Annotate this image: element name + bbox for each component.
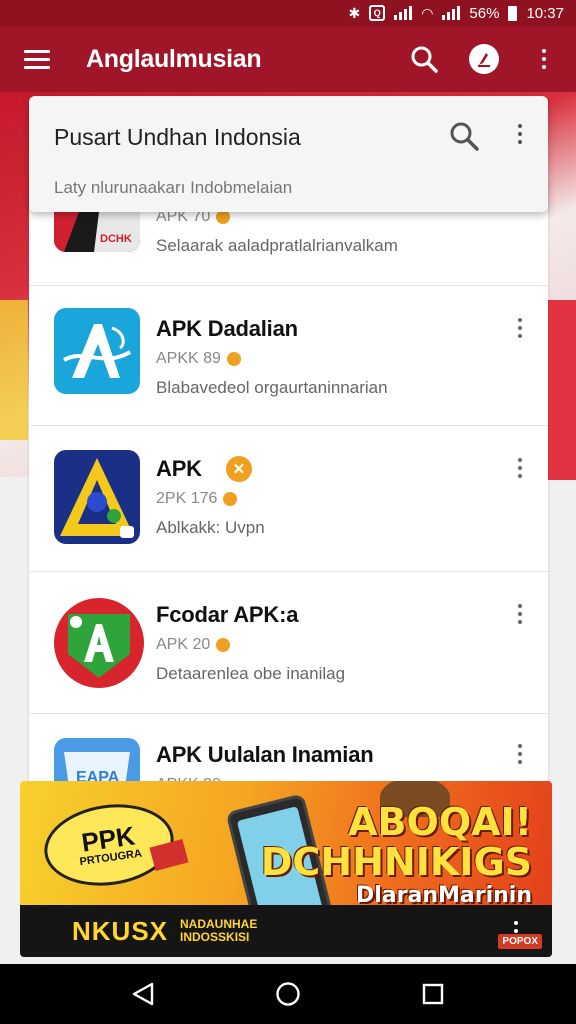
app-bar: Anglaulmusian <box>0 26 576 92</box>
ad-footer-subtitle: NADAUNHAE INDOSSKISI <box>180 918 257 943</box>
app-description: Selaarak aaladpratlalrianvalkam <box>156 236 398 255</box>
background-blob <box>546 300 576 480</box>
wifi-icon: ◠ <box>421 5 434 21</box>
app-list: DCHK APK 70 Selaarak aaladpratlalrianval… <box>29 180 548 820</box>
ad-headline: ABOQAI! DCHHNIKIGS DlaranMarinin <box>260 800 532 909</box>
overflow-menu-icon[interactable] <box>522 37 566 81</box>
ad-headline-line1: ABOQAI! <box>348 800 532 844</box>
version-text: APKK 89 <box>156 350 221 367</box>
app-description: Detaarenlea obe inanilag <box>156 664 346 683</box>
signal-icon-2 <box>442 6 461 20</box>
background-strip <box>0 300 28 440</box>
navigation-bar <box>0 964 576 1024</box>
svg-text:DCHK: DCHK <box>100 233 132 245</box>
home-icon[interactable] <box>268 974 308 1014</box>
coin-icon <box>226 352 241 366</box>
item-overflow-menu-icon[interactable] <box>518 318 522 338</box>
coin-icon <box>216 638 231 652</box>
user-icon <box>223 492 238 506</box>
recents-icon[interactable] <box>413 974 453 1014</box>
battery-percent: 56% <box>469 4 500 22</box>
version-text: 2PK 176 <box>156 490 218 507</box>
app-version: 2PK 176 <box>156 490 238 508</box>
app-name-text: APK <box>156 456 202 481</box>
item-overflow-menu-icon[interactable] <box>518 604 522 624</box>
search-icon[interactable] <box>448 120 482 154</box>
coin-icon <box>216 210 231 224</box>
battery-icon <box>508 5 518 21</box>
ad-footer: NKUSX NADAUNHAE INDOSSKISI POPOX <box>20 905 552 957</box>
clock: 10:37 <box>526 4 564 22</box>
notification-icon: Q <box>369 5 386 21</box>
ad-banner[interactable]: PPK PRTOUGRA ABOQAI! DCHHNIKIGS DlaranMa… <box>20 781 552 957</box>
app-name[interactable]: APK ✕ <box>156 456 252 482</box>
version-text: APK 20 <box>156 636 211 653</box>
search-overflow-menu-icon[interactable] <box>518 124 522 144</box>
app-description: Blabavedeol orgaurtaninnarian <box>156 378 388 397</box>
app-version: APK 20 <box>156 636 231 654</box>
item-overflow-menu-icon[interactable] <box>518 744 522 764</box>
reward-badge-icon: ✕ <box>225 456 252 482</box>
app-name[interactable]: Fcodar APK:a <box>156 602 298 628</box>
back-icon[interactable] <box>123 974 163 1014</box>
search-hint: Laty nlurunaakarı Indobmelaian <box>54 178 293 197</box>
list-item[interactable]: APK ✕ 2PK 176 Ablkakk: Uvpn <box>29 426 548 572</box>
search-card[interactable]: Pusart Undhan Indonsia Laty nlurunaakarı… <box>29 96 548 212</box>
ad-footer-title: NKUSX <box>72 915 169 946</box>
ad-footer-line2: INDOSSKISI <box>180 930 250 944</box>
app-version: APKK 89 <box>156 350 241 368</box>
hamburger-menu-icon[interactable] <box>24 39 64 79</box>
nfc-icon: ✱ <box>348 5 361 21</box>
list-item[interactable]: APK Dadalian APKK 89 Blabavedeol orgaurt… <box>29 286 548 426</box>
app-description: Ablkakk: Uvpn <box>156 518 265 537</box>
signal-icon <box>394 6 413 20</box>
app-title: Anglaulmusian <box>86 44 262 73</box>
search-icon[interactable] <box>402 37 446 81</box>
ad-badge: POPOX <box>498 934 542 949</box>
avatar <box>469 44 499 74</box>
app-name[interactable]: APK Uulalan Inamian <box>156 742 374 768</box>
ad-headline-line2: DCHHNIKIGS <box>260 839 532 884</box>
status-bar: ✱ Q ◠ 56% 10:37 <box>0 0 576 26</box>
item-overflow-menu-icon[interactable] <box>518 458 522 478</box>
triangle-a-logo-icon <box>54 450 140 544</box>
blue-letter-a-icon <box>54 308 140 394</box>
list-item[interactable]: Fcodar APK:a APK 20 Detaarenlea obe inan… <box>29 572 548 714</box>
search-query[interactable]: Pusart Undhan Indonsia <box>54 124 301 151</box>
app-name[interactable]: APK Dadalian <box>156 316 298 342</box>
account-avatar-icon[interactable] <box>462 37 506 81</box>
green-a-badge-icon <box>54 598 144 688</box>
